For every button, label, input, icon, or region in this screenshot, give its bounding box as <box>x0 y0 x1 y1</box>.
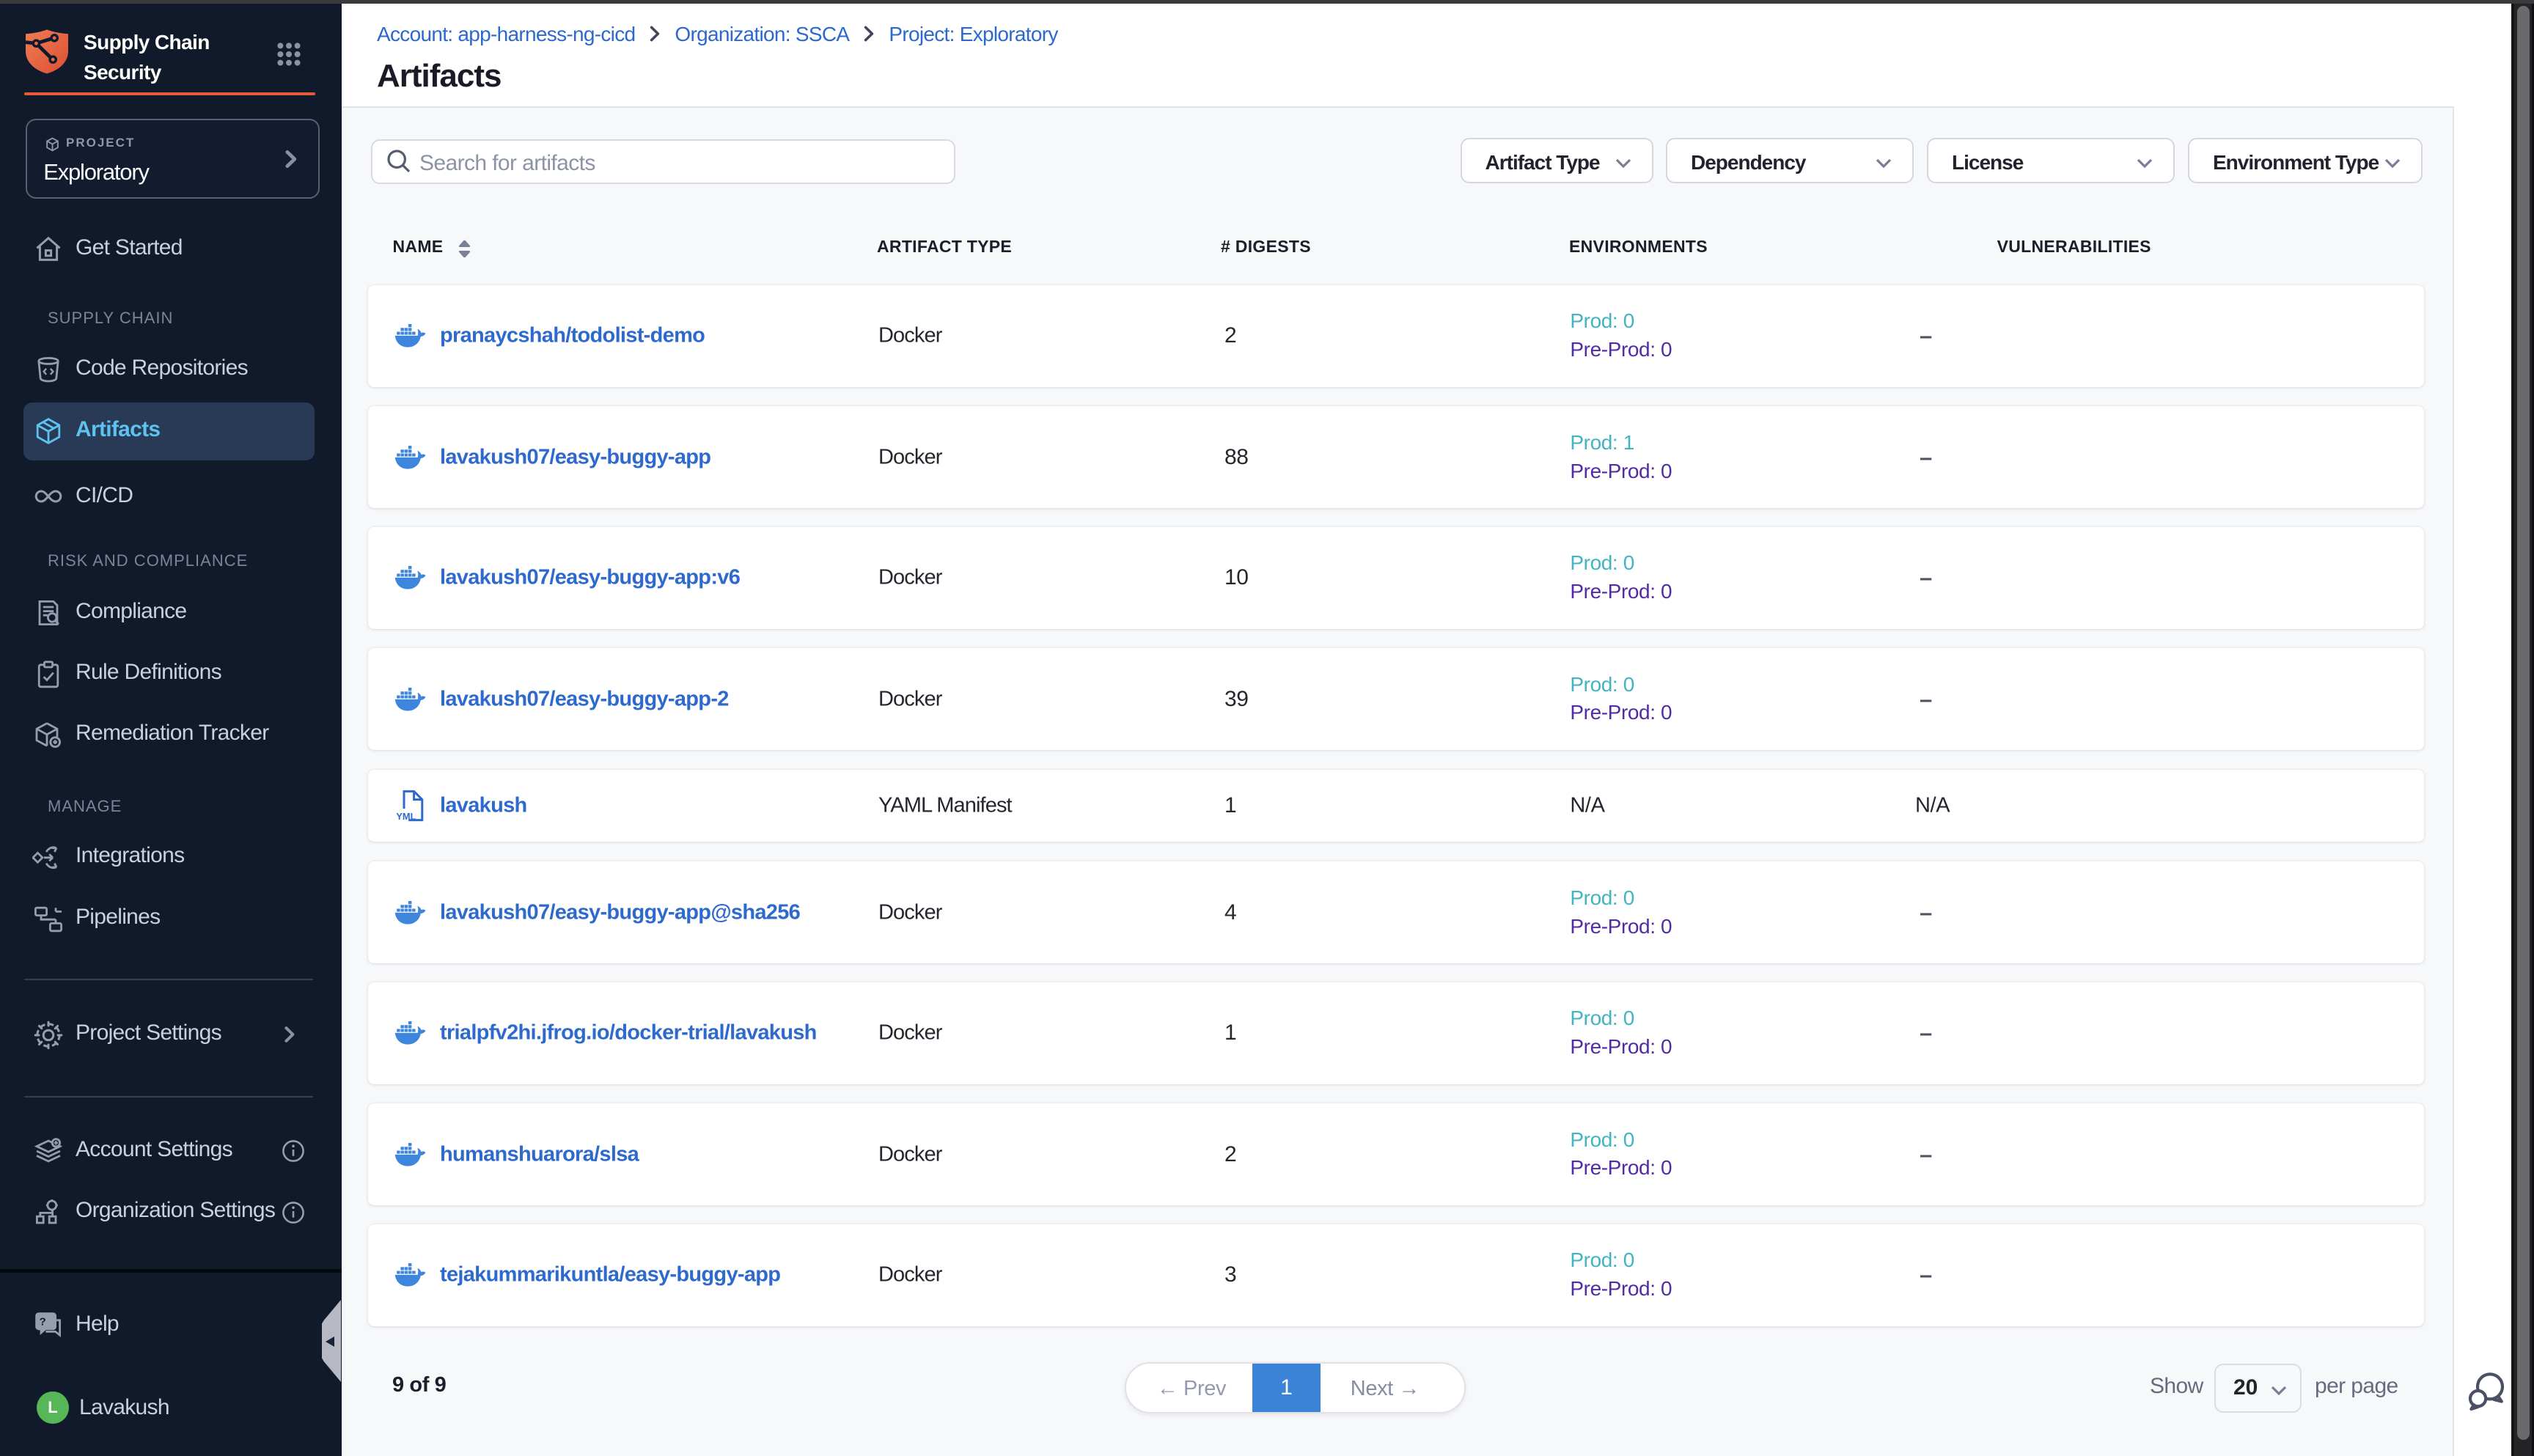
svg-text:?: ? <box>40 1316 46 1328</box>
svg-text:YML: YML <box>396 811 416 822</box>
